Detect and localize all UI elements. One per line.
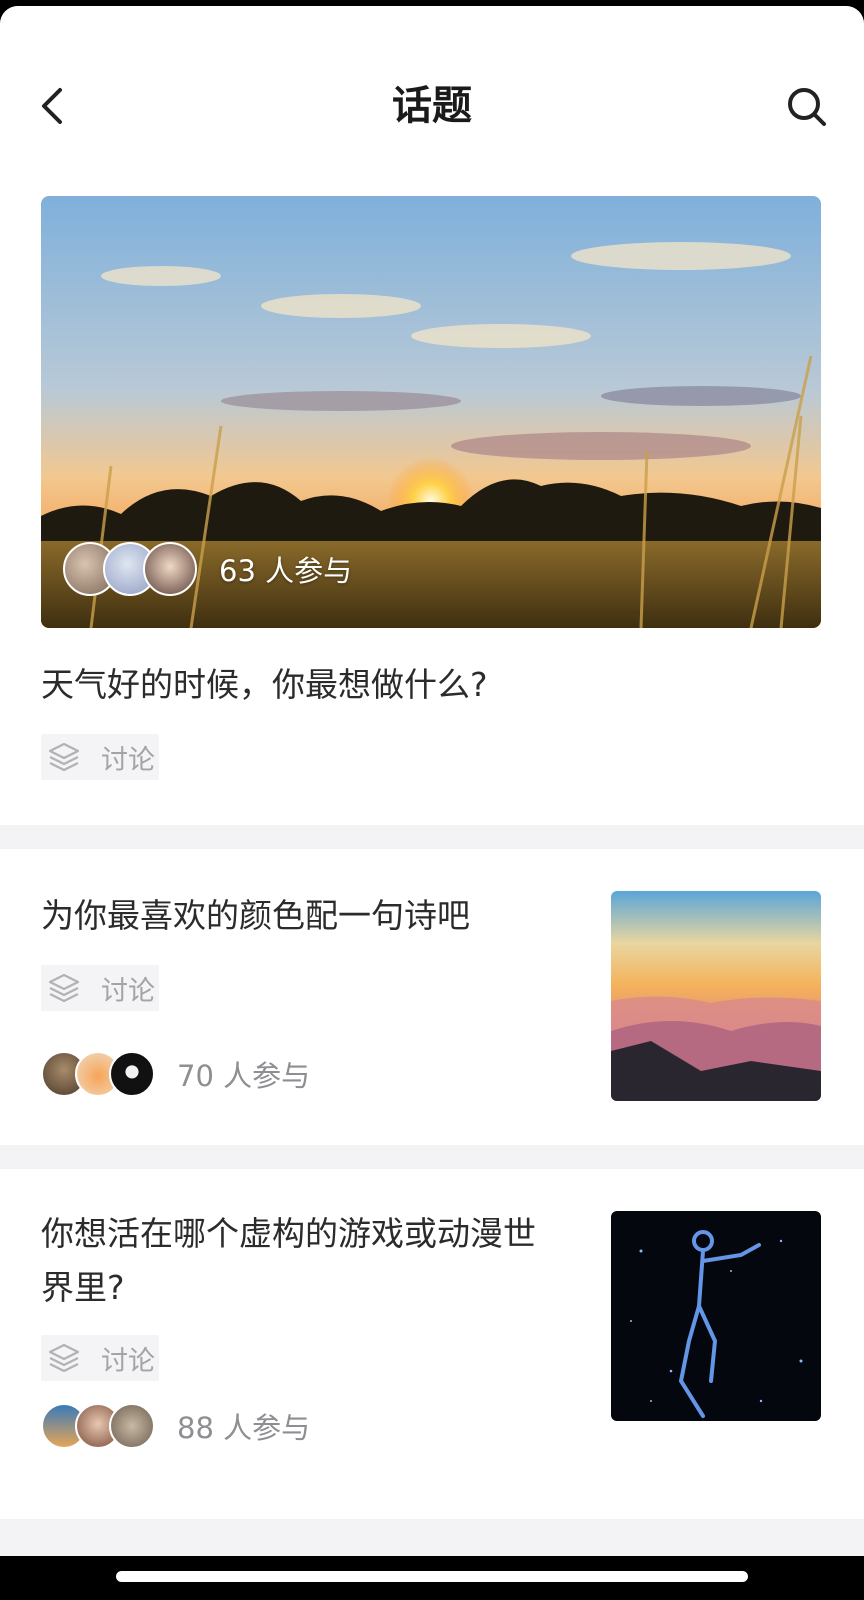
topic-title-continued[interactable]: 界里? bbox=[41, 1261, 125, 1315]
participant-avatars: 88 人参与 bbox=[41, 1403, 310, 1449]
tag-label: 讨论 bbox=[101, 975, 155, 1007]
layers-icon bbox=[48, 742, 80, 772]
search-button[interactable] bbox=[780, 78, 836, 134]
topic-title[interactable]: 为你最喜欢的颜色配一句诗吧 bbox=[41, 889, 470, 943]
layers-icon bbox=[48, 1343, 80, 1373]
topic-tag[interactable]: 讨论 bbox=[41, 1335, 159, 1381]
topic-card[interactable]: 你想活在哪个虚构的游戏或动漫世 界里? 讨论 88 人参与 bbox=[0, 1169, 864, 1519]
topic-title[interactable]: 天气好的时候，你最想做什么? bbox=[41, 658, 488, 712]
participant-avatars: 70 人参与 bbox=[41, 1051, 310, 1097]
avatar bbox=[143, 542, 197, 596]
participant-count: 63 人参与 bbox=[219, 554, 353, 588]
app-screen: 话题 63 人参与 天气好的时候，你最想做什么? 讨论 为你最喜欢的颜色配一句诗… bbox=[0, 6, 864, 1556]
page-title: 话题 bbox=[392, 83, 472, 129]
topic-title[interactable]: 你想活在哪个虚构的游戏或动漫世 bbox=[41, 1207, 536, 1261]
participant-count: 88 人参与 bbox=[177, 1411, 311, 1445]
topic-banner-image[interactable]: 63 人参与 bbox=[41, 196, 821, 628]
participant-count: 70 人参与 bbox=[177, 1059, 311, 1093]
participant-avatars: 63 人参与 bbox=[63, 542, 352, 596]
topic-thumbnail[interactable] bbox=[611, 1211, 821, 1421]
topic-card-featured[interactable]: 63 人参与 天气好的时候，你最想做什么? 讨论 bbox=[0, 196, 864, 825]
topic-tag[interactable]: 讨论 bbox=[41, 734, 159, 780]
layers-icon bbox=[48, 973, 80, 1003]
avatar bbox=[109, 1051, 155, 1097]
topic-card[interactable]: 为你最喜欢的颜色配一句诗吧 讨论 70 人参与 bbox=[0, 849, 864, 1145]
topic-thumbnail[interactable] bbox=[611, 891, 821, 1101]
home-indicator[interactable] bbox=[116, 1571, 748, 1582]
tag-label: 讨论 bbox=[101, 1345, 155, 1377]
top-nav-bar: 话题 bbox=[0, 6, 864, 196]
tag-label: 讨论 bbox=[101, 744, 155, 776]
search-icon bbox=[788, 88, 826, 126]
topic-tag[interactable]: 讨论 bbox=[41, 965, 159, 1011]
avatar bbox=[109, 1403, 155, 1449]
